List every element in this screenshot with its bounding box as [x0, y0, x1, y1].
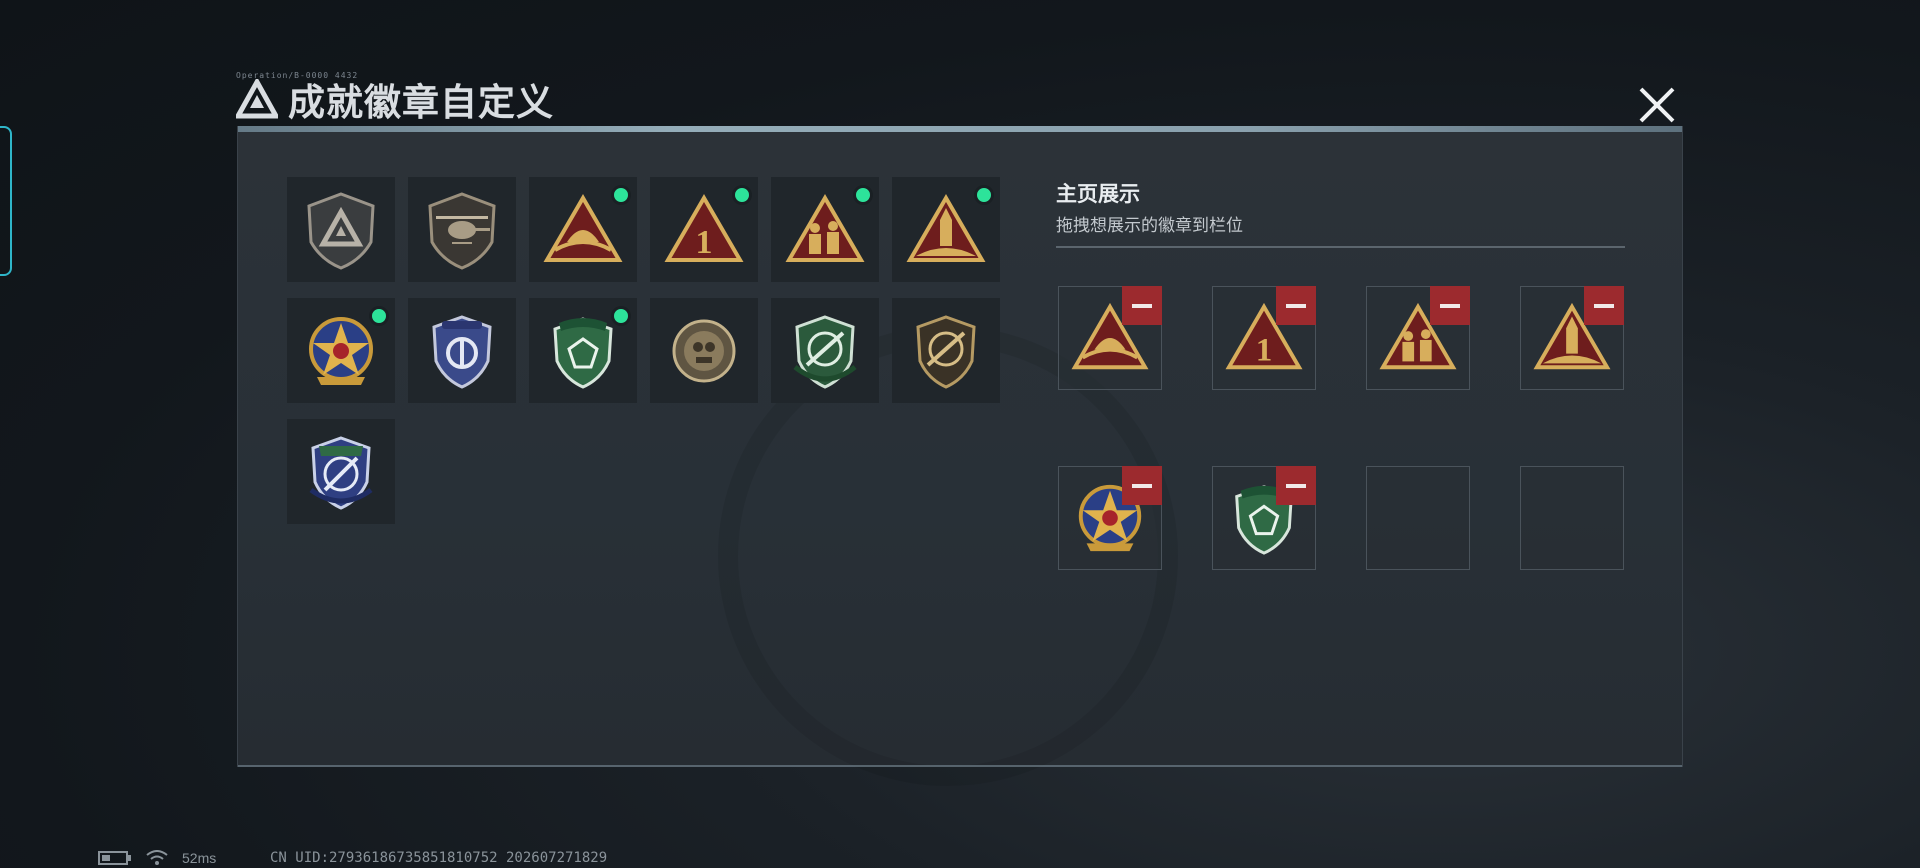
- svg-text:1: 1: [1256, 331, 1273, 368]
- badge-slot-9[interactable]: [529, 298, 637, 403]
- green-rifle-shield-icon: [793, 314, 857, 389]
- battery-icon: [98, 851, 131, 865]
- round-emblem-badge-icon: [672, 319, 736, 382]
- minus-icon: [1132, 303, 1152, 308]
- number-one-triangle-badge-icon: 1: [664, 193, 744, 262]
- page-title: 成就徽章自定义: [288, 82, 554, 123]
- svg-text:1: 1: [696, 224, 713, 261]
- badge-slot-8[interactable]: [408, 298, 516, 403]
- showcase-title: 主页展示: [1056, 183, 1140, 206]
- user-uid: CN UID:279361867358518107​52 20260727182…: [270, 850, 608, 866]
- showcase-slot-2[interactable]: 1: [1212, 286, 1316, 390]
- helmet-triangle-badge-icon: [543, 193, 623, 262]
- showcase-slot-6[interactable]: [1212, 466, 1316, 570]
- star-medal-badge-icon: [309, 316, 373, 385]
- showcase-slot-5[interactable]: [1058, 466, 1162, 570]
- showcase-slot-7-empty[interactable]: [1366, 466, 1470, 570]
- badge-slot-7[interactable]: [287, 298, 395, 403]
- minus-icon: [1132, 483, 1152, 488]
- ping-value: 52ms: [182, 850, 217, 866]
- showcase-subtitle: 拖拽想展示的徽章到栏位: [1056, 216, 1243, 235]
- panel-top-border: [238, 126, 1682, 132]
- new-indicator: [732, 185, 752, 205]
- new-indicator: [611, 306, 631, 326]
- new-indicator: [974, 185, 994, 205]
- badge-slot-2[interactable]: [408, 177, 516, 282]
- new-indicator: [853, 185, 873, 205]
- showcase-slot-3[interactable]: [1366, 286, 1470, 390]
- green-gem-shield-icon: [553, 316, 613, 389]
- remove-badge-button[interactable]: [1584, 286, 1624, 325]
- badge-slot-1[interactable]: [287, 177, 395, 282]
- badge-slot-5[interactable]: [771, 177, 879, 282]
- badge-slot-3[interactable]: [529, 177, 637, 282]
- showcase-slot-4[interactable]: [1520, 286, 1624, 390]
- wifi-icon: [146, 850, 168, 865]
- badge-slot-12[interactable]: [892, 298, 1000, 403]
- badge-slot-13[interactable]: [287, 419, 395, 524]
- blue-shield-badge-icon: [432, 314, 492, 389]
- helicopter-shield-icon: [428, 191, 496, 270]
- badge-slot-10[interactable]: [650, 298, 758, 403]
- status-bar: 52ms: [98, 850, 216, 866]
- close-icon: [1639, 87, 1675, 123]
- soldiers-triangle-badge-icon: [785, 193, 865, 262]
- new-indicator: [369, 306, 389, 326]
- badge-slot-4[interactable]: 1: [650, 177, 758, 282]
- delta-logo-icon: [236, 79, 278, 119]
- page-header: 成就徽章自定义: [236, 76, 554, 123]
- gold-rifle-shield-icon: [916, 314, 976, 389]
- remove-badge-button[interactable]: [1276, 466, 1316, 505]
- minus-icon: [1286, 483, 1306, 488]
- new-indicator: [611, 185, 631, 205]
- close-button[interactable]: [1636, 84, 1678, 126]
- blue-knife-shield-icon: [309, 435, 373, 510]
- showcase-slot-1[interactable]: [1058, 286, 1162, 390]
- minus-icon: [1286, 303, 1306, 308]
- gray-triangle-shield-icon: [307, 191, 375, 270]
- rocket-triangle-badge-icon: [906, 193, 986, 262]
- badge-slot-6[interactable]: [892, 177, 1000, 282]
- badge-slot-11[interactable]: [771, 298, 879, 403]
- minus-icon: [1440, 303, 1460, 308]
- remove-badge-button[interactable]: [1122, 286, 1162, 325]
- minus-icon: [1594, 303, 1614, 308]
- remove-badge-button[interactable]: [1430, 286, 1470, 325]
- panel-bottom-border: [238, 765, 1682, 767]
- showcase-slot-8-empty[interactable]: [1520, 466, 1624, 570]
- side-drawer-tab[interactable]: [0, 126, 12, 276]
- remove-badge-button[interactable]: [1122, 466, 1162, 505]
- remove-badge-button[interactable]: [1276, 286, 1316, 325]
- showcase-divider: [1056, 246, 1625, 248]
